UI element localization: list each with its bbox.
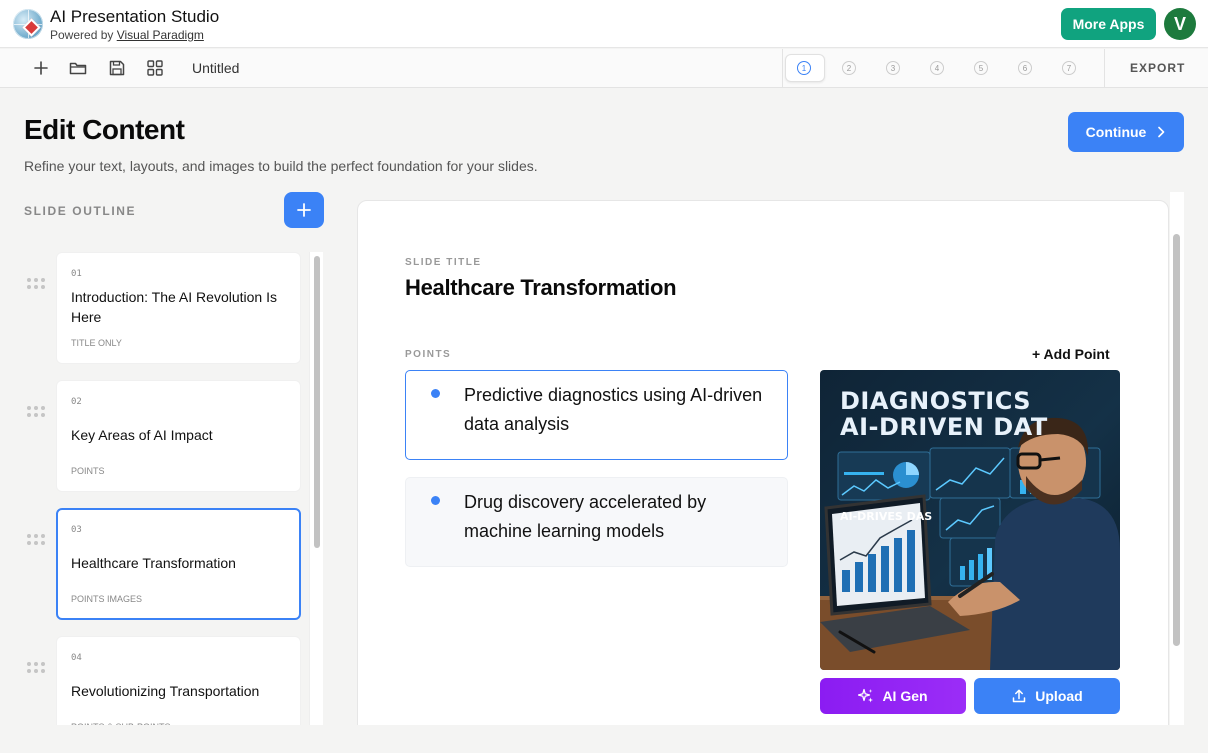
slide-title-label: SLIDE TITLE	[405, 257, 482, 268]
drag-handle-icon[interactable]	[27, 278, 45, 290]
slide-title-input[interactable]: Healthcare Transformation	[405, 275, 677, 301]
chevron-right-icon	[1158, 126, 1165, 138]
upload-icon	[1013, 689, 1026, 703]
export-button[interactable]: EXPORT	[1130, 61, 1185, 75]
page-subtitle: Refine your text, layouts, and images to…	[24, 158, 538, 174]
page-footer-area	[0, 725, 1208, 753]
upload-button[interactable]: Upload	[974, 678, 1120, 714]
more-apps-button[interactable]: More Apps	[1061, 8, 1156, 40]
slide-title: Revolutionizing Transportation	[71, 683, 260, 699]
slide-card-4[interactable]: 04 Revolutionizing Transportation POINTS…	[56, 636, 301, 725]
drag-handle-icon[interactable]	[27, 662, 45, 674]
step-1[interactable]: 1	[797, 61, 811, 75]
point-text[interactable]: Predictive diagnostics using AI-driven d…	[464, 381, 764, 439]
point-item-1[interactable]: Predictive diagnostics using AI-driven d…	[405, 370, 788, 460]
add-point-button[interactable]: + Add Point	[1032, 346, 1110, 362]
file-name[interactable]: Untitled	[192, 60, 239, 76]
step-indicator: 1 2 3 4 5 6 7	[782, 49, 1105, 88]
ai-gen-button[interactable]: AI Gen	[820, 678, 966, 714]
drag-handle-icon[interactable]	[27, 406, 45, 418]
upload-label: Upload	[1035, 688, 1083, 704]
point-text[interactable]: Drug discovery accelerated by machine le…	[464, 488, 764, 546]
plus-icon[interactable]	[31, 58, 51, 78]
ai-gen-label: AI Gen	[882, 688, 928, 704]
outline-scrollbar-thumb[interactable]	[314, 256, 320, 548]
laptop-screen-text: AI-DRIVES DAS	[840, 510, 933, 523]
slide-card-2[interactable]: 02 Key Areas of AI Impact POINTS	[56, 380, 301, 492]
app-title: AI Presentation Studio	[50, 7, 220, 26]
slide-image[interactable]: DIAGNOSTICS AI-DRIVEN DAT AI-DRIVES DAS	[820, 370, 1120, 670]
slide-number: 03	[71, 525, 82, 535]
slide-title: Healthcare Transformation	[71, 555, 236, 571]
save-icon[interactable]	[107, 58, 127, 78]
visual-paradigm-link[interactable]: Visual Paradigm	[117, 28, 204, 42]
slide-layout-type: POINTS	[71, 466, 105, 476]
slide-outline-list: 01 Introduction: The AI Revolution Is He…	[0, 240, 330, 725]
step-2[interactable]: 2	[842, 61, 856, 75]
slide-number: 02	[71, 397, 82, 407]
step-5[interactable]: 5	[974, 61, 988, 75]
bullet-icon	[431, 496, 440, 505]
points-label: POINTS	[405, 349, 452, 360]
folder-icon[interactable]	[68, 58, 88, 78]
step-6[interactable]: 6	[1018, 61, 1032, 75]
editor-scrollbar[interactable]	[1170, 192, 1184, 725]
plus-icon	[297, 203, 311, 217]
sparkle-icon	[858, 688, 874, 703]
step-4[interactable]: 4	[930, 61, 944, 75]
slide-title: Introduction: The AI Revolution Is Here	[71, 289, 277, 325]
add-slide-button[interactable]	[284, 192, 324, 228]
toolbar: Untitled 1 2 3 4 5 6 7 EXPORT	[0, 49, 1208, 88]
drag-handle-icon[interactable]	[27, 534, 45, 546]
slide-card-1[interactable]: 01 Introduction: The AI Revolution Is He…	[56, 252, 301, 364]
point-item-2[interactable]: Drug discovery accelerated by machine le…	[405, 477, 788, 567]
slide-layout-type: TITLE ONLY	[71, 338, 122, 348]
continue-button[interactable]: Continue	[1068, 112, 1184, 152]
step-7[interactable]: 7	[1062, 61, 1076, 75]
powered-by: Powered by Visual Paradigm	[50, 28, 204, 42]
slide-layout-type: POINTS IMAGES	[71, 594, 143, 604]
step-3[interactable]: 3	[886, 61, 900, 75]
slide-number: 04	[71, 653, 82, 663]
page-title: Edit Content	[24, 114, 185, 145]
slide-card-3[interactable]: 03 Healthcare Transformation POINTS IMAG…	[56, 508, 301, 620]
grid-icon[interactable]	[145, 58, 165, 78]
bullet-icon	[431, 389, 440, 398]
editor-scrollbar-thumb[interactable]	[1173, 234, 1180, 646]
slide-number: 01	[71, 269, 82, 279]
slide-outline-label: SLIDE OUTLINE	[24, 204, 137, 218]
top-bar: AI Presentation Studio Powered by Visual…	[0, 0, 1208, 48]
user-avatar[interactable]: V	[1164, 8, 1196, 40]
app-logo-icon[interactable]	[13, 9, 43, 39]
outline-scrollbar[interactable]	[309, 252, 323, 725]
continue-label: Continue	[1085, 124, 1147, 140]
slide-title: Key Areas of AI Impact	[71, 427, 213, 443]
image-headline: DIAGNOSTICS AI-DRIVEN DAT	[840, 387, 1048, 441]
